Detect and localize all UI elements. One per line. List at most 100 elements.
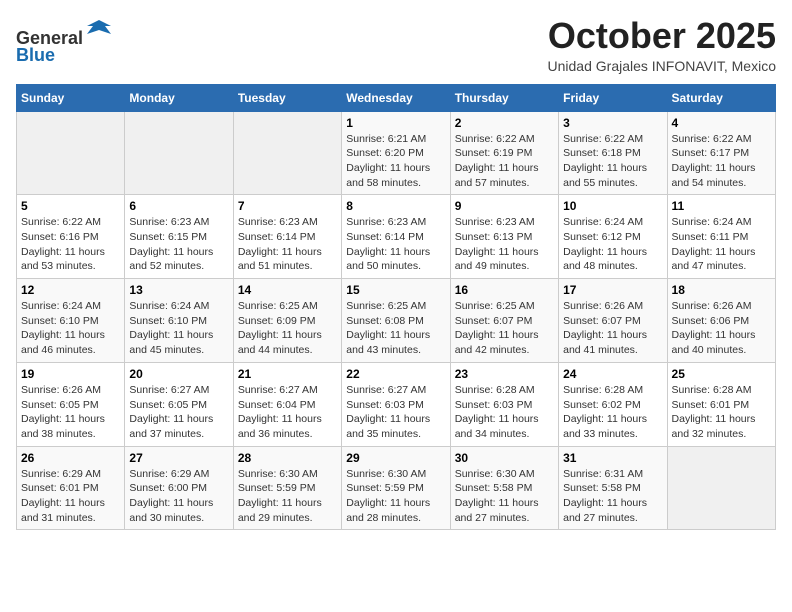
calendar-cell: 26 Sunrise: 6:29 AMSunset: 6:01 PMDayligh… <box>17 446 125 530</box>
day-info: Sunrise: 6:24 AMSunset: 6:11 PMDaylight:… <box>672 215 771 274</box>
day-info: Sunrise: 6:27 AMSunset: 6:03 PMDaylight:… <box>346 383 445 442</box>
calendar-cell: 20 Sunrise: 6:27 AMSunset: 6:05 PMDayligh… <box>125 362 233 446</box>
day-info: Sunrise: 6:22 AMSunset: 6:19 PMDaylight:… <box>455 132 554 191</box>
location-title: Unidad Grajales INFONAVIT, Mexico <box>548 58 776 74</box>
day-number: 13 <box>129 283 228 297</box>
calendar-cell: 25 Sunrise: 6:28 AMSunset: 6:01 PMDayligh… <box>667 362 775 446</box>
weekday-header-saturday: Saturday <box>667 84 775 111</box>
day-number: 21 <box>238 367 337 381</box>
calendar-cell: 23 Sunrise: 6:28 AMSunset: 6:03 PMDayligh… <box>450 362 558 446</box>
calendar-cell: 15 Sunrise: 6:25 AMSunset: 6:08 PMDayligh… <box>342 279 450 363</box>
calendar-cell: 21 Sunrise: 6:27 AMSunset: 6:04 PMDayligh… <box>233 362 341 446</box>
calendar-cell: 28 Sunrise: 6:30 AMSunset: 5:59 PMDayligh… <box>233 446 341 530</box>
day-number: 23 <box>455 367 554 381</box>
logo-bird-icon <box>85 16 113 44</box>
calendar-cell: 11 Sunrise: 6:24 AMSunset: 6:11 PMDayligh… <box>667 195 775 279</box>
day-info: Sunrise: 6:30 AMSunset: 5:59 PMDaylight:… <box>238 467 337 526</box>
calendar-week-2: 5 Sunrise: 6:22 AMSunset: 6:16 PMDaylight… <box>17 195 776 279</box>
weekday-header-monday: Monday <box>125 84 233 111</box>
day-info: Sunrise: 6:22 AMSunset: 6:18 PMDaylight:… <box>563 132 662 191</box>
day-info: Sunrise: 6:25 AMSunset: 6:08 PMDaylight:… <box>346 299 445 358</box>
logo-blue-text: Blue <box>16 45 55 66</box>
day-info: Sunrise: 6:29 AMSunset: 6:00 PMDaylight:… <box>129 467 228 526</box>
calendar-cell: 1 Sunrise: 6:21 AMSunset: 6:20 PMDaylight… <box>342 111 450 195</box>
calendar-week-4: 19 Sunrise: 6:26 AMSunset: 6:05 PMDayligh… <box>17 362 776 446</box>
day-number: 5 <box>21 199 120 213</box>
day-number: 1 <box>346 116 445 130</box>
calendar-cell: 19 Sunrise: 6:26 AMSunset: 6:05 PMDayligh… <box>17 362 125 446</box>
weekday-header-wednesday: Wednesday <box>342 84 450 111</box>
calendar-cell: 16 Sunrise: 6:25 AMSunset: 6:07 PMDayligh… <box>450 279 558 363</box>
calendar-cell: 17 Sunrise: 6:26 AMSunset: 6:07 PMDayligh… <box>559 279 667 363</box>
day-number: 4 <box>672 116 771 130</box>
weekday-header-friday: Friday <box>559 84 667 111</box>
calendar-cell: 10Sunrise: 6:24 AMSunset: 6:12 PMDayligh… <box>559 195 667 279</box>
day-number: 7 <box>238 199 337 213</box>
day-info: Sunrise: 6:30 AMSunset: 5:58 PMDaylight:… <box>455 467 554 526</box>
day-number: 31 <box>563 451 662 465</box>
day-number: 22 <box>346 367 445 381</box>
day-info: Sunrise: 6:24 AMSunset: 6:10 PMDaylight:… <box>21 299 120 358</box>
day-number: 6 <box>129 199 228 213</box>
page-header: General Blue October 2025 Unidad Grajale… <box>16 16 776 74</box>
day-number: 19 <box>21 367 120 381</box>
day-number: 11 <box>672 199 771 213</box>
day-number: 8 <box>346 199 445 213</box>
day-number: 20 <box>129 367 228 381</box>
calendar-cell: 24Sunrise: 6:28 AMSunset: 6:02 PMDayligh… <box>559 362 667 446</box>
day-number: 15 <box>346 283 445 297</box>
weekday-header-row: SundayMondayTuesdayWednesdayThursdayFrid… <box>17 84 776 111</box>
calendar-week-3: 12 Sunrise: 6:24 AMSunset: 6:10 PMDayligh… <box>17 279 776 363</box>
day-info: Sunrise: 6:25 AMSunset: 6:07 PMDaylight:… <box>455 299 554 358</box>
calendar-cell: 3Sunrise: 6:22 AMSunset: 6:18 PMDaylight… <box>559 111 667 195</box>
day-info: Sunrise: 6:31 AMSunset: 5:58 PMDaylight:… <box>563 467 662 526</box>
day-info: Sunrise: 6:30 AMSunset: 5:59 PMDaylight:… <box>346 467 445 526</box>
day-info: Sunrise: 6:25 AMSunset: 6:09 PMDaylight:… <box>238 299 337 358</box>
month-title: October 2025 <box>548 16 776 56</box>
day-info: Sunrise: 6:28 AMSunset: 6:01 PMDaylight:… <box>672 383 771 442</box>
weekday-header-tuesday: Tuesday <box>233 84 341 111</box>
calendar-cell: 18Sunrise: 6:26 AMSunset: 6:06 PMDayligh… <box>667 279 775 363</box>
day-info: Sunrise: 6:23 AMSunset: 6:15 PMDaylight:… <box>129 215 228 274</box>
day-info: Sunrise: 6:22 AMSunset: 6:17 PMDaylight:… <box>672 132 771 191</box>
calendar-cell: 29 Sunrise: 6:30 AMSunset: 5:59 PMDayligh… <box>342 446 450 530</box>
day-info: Sunrise: 6:23 AMSunset: 6:14 PMDaylight:… <box>238 215 337 274</box>
day-info: Sunrise: 6:27 AMSunset: 6:05 PMDaylight:… <box>129 383 228 442</box>
day-info: Sunrise: 6:29 AMSunset: 6:01 PMDaylight:… <box>21 467 120 526</box>
calendar-cell: 5 Sunrise: 6:22 AMSunset: 6:16 PMDaylight… <box>17 195 125 279</box>
day-number: 17 <box>563 283 662 297</box>
calendar-cell <box>667 446 775 530</box>
day-info: Sunrise: 6:21 AMSunset: 6:20 PMDaylight:… <box>346 132 445 191</box>
calendar-cell: 13Sunrise: 6:24 AMSunset: 6:10 PMDayligh… <box>125 279 233 363</box>
day-number: 12 <box>21 283 120 297</box>
day-info: Sunrise: 6:27 AMSunset: 6:04 PMDaylight:… <box>238 383 337 442</box>
calendar-cell: 22 Sunrise: 6:27 AMSunset: 6:03 PMDayligh… <box>342 362 450 446</box>
calendar-cell <box>125 111 233 195</box>
calendar-cell: 4 Sunrise: 6:22 AMSunset: 6:17 PMDaylight… <box>667 111 775 195</box>
day-info: Sunrise: 6:26 AMSunset: 6:07 PMDaylight:… <box>563 299 662 358</box>
calendar-cell: 14Sunrise: 6:25 AMSunset: 6:09 PMDayligh… <box>233 279 341 363</box>
day-number: 16 <box>455 283 554 297</box>
day-number: 30 <box>455 451 554 465</box>
day-info: Sunrise: 6:28 AMSunset: 6:02 PMDaylight:… <box>563 383 662 442</box>
weekday-header-sunday: Sunday <box>17 84 125 111</box>
calendar-cell: 2 Sunrise: 6:22 AMSunset: 6:19 PMDaylight… <box>450 111 558 195</box>
day-number: 25 <box>672 367 771 381</box>
day-info: Sunrise: 6:22 AMSunset: 6:16 PMDaylight:… <box>21 215 120 274</box>
day-info: Sunrise: 6:28 AMSunset: 6:03 PMDaylight:… <box>455 383 554 442</box>
day-number: 2 <box>455 116 554 130</box>
calendar-cell: 7 Sunrise: 6:23 AMSunset: 6:14 PMDaylight… <box>233 195 341 279</box>
calendar-cell <box>233 111 341 195</box>
calendar-cell: 30 Sunrise: 6:30 AMSunset: 5:58 PMDayligh… <box>450 446 558 530</box>
day-info: Sunrise: 6:23 AMSunset: 6:13 PMDaylight:… <box>455 215 554 274</box>
day-number: 29 <box>346 451 445 465</box>
calendar-table: SundayMondayTuesdayWednesdayThursdayFrid… <box>16 84 776 531</box>
day-number: 28 <box>238 451 337 465</box>
day-number: 26 <box>21 451 120 465</box>
day-number: 9 <box>455 199 554 213</box>
day-info: Sunrise: 6:26 AMSunset: 6:05 PMDaylight:… <box>21 383 120 442</box>
day-info: Sunrise: 6:26 AMSunset: 6:06 PMDaylight:… <box>672 299 771 358</box>
calendar-week-5: 26 Sunrise: 6:29 AMSunset: 6:01 PMDayligh… <box>17 446 776 530</box>
day-number: 10 <box>563 199 662 213</box>
calendar-cell: 31 Sunrise: 6:31 AMSunset: 5:58 PMDayligh… <box>559 446 667 530</box>
